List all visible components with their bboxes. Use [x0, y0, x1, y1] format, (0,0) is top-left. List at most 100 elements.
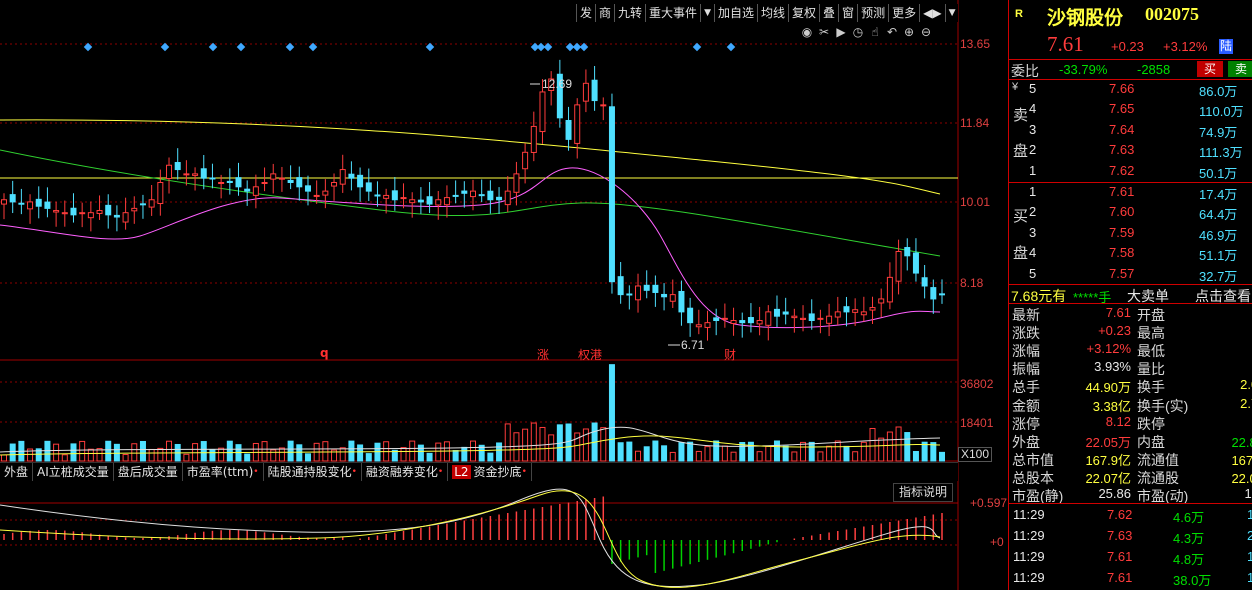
- order-volume: 51.1万: [1199, 248, 1238, 264]
- candle-body: [695, 324, 702, 328]
- toolbar-item[interactable]: 九转: [614, 4, 645, 22]
- volume-bar: [304, 453, 311, 462]
- indicator-tab[interactable]: 外盘: [0, 463, 34, 481]
- play-icon[interactable]: ▶: [834, 25, 848, 39]
- candle-body: [452, 194, 459, 197]
- buy-button[interactable]: 买: [1197, 61, 1223, 77]
- indicator-tab[interactable]: 融资融券变化•: [362, 463, 449, 481]
- sell-button[interactable]: 卖: [1228, 61, 1252, 77]
- candle-body: [756, 320, 763, 325]
- volume-bar: [704, 446, 711, 462]
- tab-label: 盘后成交量: [117, 465, 178, 479]
- low-price-annotation: 6.71: [681, 338, 705, 352]
- kline-chart-svg[interactable]: [0, 0, 1008, 590]
- candle-body: [530, 125, 537, 153]
- chart-tool-icons: ◉ ✂ ▶ ◷ ☝ ↶ ⊕ ⊖: [800, 25, 933, 39]
- quote-value: 7.39: [1009, 341, 1252, 356]
- event-marker[interactable]: 财: [724, 346, 736, 363]
- candle-body: [574, 104, 581, 144]
- candle-body: [174, 162, 181, 171]
- volume-bar: [730, 451, 737, 462]
- order-price: 7.59: [1109, 224, 1135, 240]
- tick-volume: 4.8万: [1173, 552, 1205, 567]
- toolbar-item[interactable]: 重大事件: [645, 4, 700, 22]
- toolbar-item[interactable]: 发: [576, 4, 595, 22]
- volume-bar: [365, 453, 372, 462]
- toolbar-item[interactable]: 复权: [788, 4, 819, 22]
- candle-body: [773, 308, 780, 317]
- candle-body: [96, 210, 103, 214]
- volume-bar: [843, 445, 850, 462]
- candle-body: [600, 104, 607, 107]
- toolbar-item[interactable]: 窗: [838, 4, 857, 22]
- volume-bar: [652, 440, 659, 462]
- volume-bar: [617, 442, 624, 462]
- volume-bar: [218, 447, 225, 462]
- event-marker[interactable]: 权港: [578, 346, 602, 363]
- indicator-tab[interactable]: L2 资金抄底•: [448, 463, 532, 481]
- volume-bar: [669, 451, 676, 462]
- volume-unit: X100: [958, 447, 993, 462]
- candle-body: [539, 91, 546, 133]
- volume-bar: [504, 423, 511, 462]
- candle-body: [522, 151, 529, 170]
- candle-body: [131, 207, 138, 212]
- event-diamond-icon: [726, 42, 736, 52]
- candle-body: [365, 182, 372, 192]
- quote-value: 167.9亿: [1231, 452, 1252, 468]
- toolbar-item[interactable]: ▼: [944, 4, 959, 22]
- kline-chart-area[interactable]: 发商九转 重大事件 ▼ 加自选 均线 复权叠窗预测 更多 ◀▶ ▼ ◉ ✂ ▶ ◷ ☝ ↶ ⊕ ⊖ 13.65…: [0, 0, 1008, 590]
- toolbar-item[interactable]: 加自选: [713, 4, 757, 22]
- candle-body: [209, 177, 216, 180]
- volume-bar: [261, 441, 268, 462]
- toolbar-item[interactable]: 均线: [757, 4, 788, 22]
- quote-value: 22.07亿: [1231, 470, 1252, 486]
- volume-bar: [852, 451, 859, 462]
- tab-dot-icon: •: [521, 467, 527, 477]
- scissors-icon[interactable]: ✂: [817, 25, 831, 39]
- zoom-in-icon[interactable]: ⊕: [902, 25, 916, 39]
- toolbar-item[interactable]: ◀▶: [919, 4, 944, 22]
- candle-body: [843, 306, 850, 313]
- indicator-tab-bar: 外盘 AI立桩成交量 盘后成交量 市盈率(ttm)• 陆股通持股变化• 融资融券变化• L2…: [0, 462, 958, 481]
- toolbar-item[interactable]: 商: [595, 4, 614, 22]
- indicator-tab[interactable]: 市盈率(ttm)•: [183, 463, 264, 481]
- tick-price: 7.63: [1107, 528, 1133, 543]
- clock-icon[interactable]: ◷: [851, 25, 865, 39]
- tab-dot-icon: •: [437, 467, 444, 477]
- event-diamond-icon: [285, 42, 295, 52]
- candle-body: [617, 276, 624, 296]
- candle-body: [287, 179, 294, 183]
- volume-bar: [869, 427, 876, 462]
- candle-body: [157, 182, 164, 205]
- toolbar-item[interactable]: 预测: [857, 4, 888, 22]
- volume-bar: [122, 454, 129, 462]
- tab-label: 陆股通持股变化: [267, 465, 352, 479]
- weibi-label: 委比: [1011, 63, 1039, 79]
- indicator-tab[interactable]: 盘后成交量: [114, 463, 183, 481]
- indicator-tab[interactable]: AI立桩成交量: [33, 463, 114, 481]
- candle-body: [53, 210, 60, 213]
- candle-body: [626, 293, 633, 296]
- order-price: 7.61: [1109, 184, 1135, 199]
- eye-icon[interactable]: ◉: [800, 25, 814, 39]
- hand-icon[interactable]: ☝: [868, 25, 882, 39]
- event-marker[interactable]: q: [320, 346, 329, 360]
- toolbar-item[interactable]: ▼: [700, 4, 714, 22]
- indicator-tab[interactable]: 陆股通持股变化•: [264, 463, 362, 481]
- candle-body: [939, 293, 945, 296]
- zoom-out-icon[interactable]: ⊖: [919, 25, 933, 39]
- indicator-explain-button[interactable]: 指标说明: [893, 483, 953, 502]
- candle-body: [582, 82, 589, 102]
- volume-bar: [930, 442, 937, 462]
- undo-icon[interactable]: ↶: [885, 25, 899, 39]
- lugutong-badge[interactable]: 陆: [1219, 39, 1234, 54]
- volume-bar: [9, 443, 16, 462]
- buy-side-label: 盘: [1013, 245, 1029, 262]
- toolbar-item[interactable]: 更多: [888, 4, 919, 22]
- volume-bar: [765, 445, 772, 462]
- stock-code: 002075: [1145, 4, 1199, 24]
- volume-bar: [461, 446, 468, 462]
- event-marker[interactable]: 涨: [537, 346, 549, 363]
- toolbar-item[interactable]: 叠: [819, 4, 838, 22]
